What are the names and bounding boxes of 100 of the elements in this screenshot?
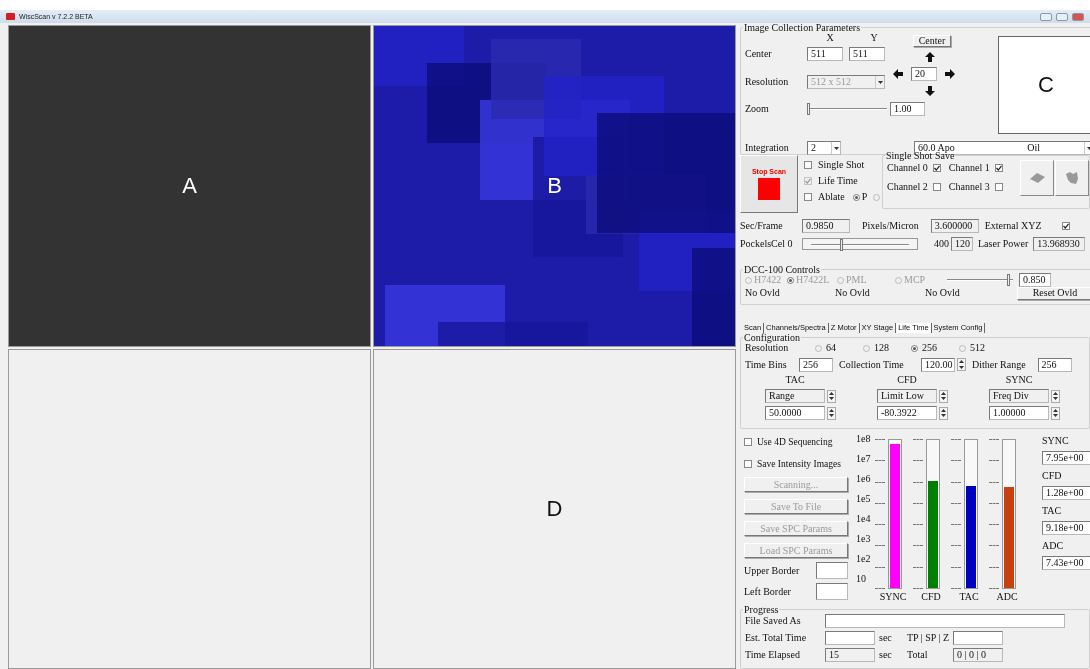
option-label: P — [861, 191, 868, 203]
rate-field[interactable]: 7.43e+00 — [1042, 556, 1090, 570]
input-field[interactable] — [953, 631, 1003, 645]
checkbox[interactable] — [744, 460, 752, 468]
spin-button[interactable] — [1051, 389, 1060, 403]
rate-field[interactable]: 9.18e+00 — [1042, 521, 1090, 535]
field-label: TP | SP | Z — [907, 632, 951, 644]
checkbox[interactable] — [932, 164, 941, 172]
meter-label: TAC — [958, 591, 980, 603]
detector-label: PML — [846, 274, 867, 286]
down-caret-icon — [829, 414, 834, 418]
detector-label: H7422 — [754, 274, 782, 286]
scale-label: 10 — [856, 573, 867, 585]
parameter-dropdown[interactable]: Freq Div — [989, 389, 1049, 403]
input-field[interactable]: 3.600000 — [930, 218, 979, 233]
section-title: DCC-100 Controls — [743, 265, 821, 274]
input-field[interactable]: 120 — [951, 236, 973, 251]
down-caret-icon — [941, 397, 946, 401]
input-field[interactable]: 13.968930 — [1033, 236, 1086, 251]
field-label: Resolution — [745, 342, 789, 354]
input-field[interactable]: 0.9850 — [802, 218, 850, 233]
meter-label: ADC — [995, 591, 1019, 603]
caret-icon — [1086, 146, 1090, 150]
detector-label: H7422L — [796, 274, 830, 286]
radio-button[interactable] — [911, 344, 918, 352]
checkbox[interactable] — [804, 193, 812, 201]
input-field[interactable]: 256 — [799, 357, 833, 372]
center-button[interactable]: Center — [913, 35, 951, 47]
checkbox[interactable] — [1061, 221, 1070, 230]
field-label: Pixels/Micron — [862, 219, 919, 232]
scale-label: 1e2 — [856, 553, 872, 565]
input-field[interactable] — [816, 583, 848, 600]
field-label: Dither Range — [972, 358, 1026, 371]
unit-label: sec — [879, 632, 893, 644]
input-field[interactable] — [825, 614, 1065, 628]
group-title: TAC — [784, 374, 806, 386]
scale-label: 1e6 — [856, 473, 872, 485]
gain-field[interactable]: 0.850 — [1019, 273, 1051, 287]
field-label: File Saved As — [745, 615, 802, 627]
parameter-dropdown[interactable]: Limit Low — [877, 389, 937, 403]
spin-button[interactable] — [939, 406, 948, 420]
meter-label: SYNC — [878, 591, 908, 603]
input-field[interactable]: 15 — [825, 648, 875, 662]
scale-label: 1e4 — [856, 513, 872, 525]
reset-button[interactable]: Reset Ovld — [1017, 286, 1090, 300]
field-label: PockelsCel 0 — [740, 237, 794, 250]
field-label: Sec/Frame — [740, 219, 784, 232]
meter-label: CFD — [920, 591, 942, 603]
field-label: Center — [745, 48, 773, 60]
slider[interactable] — [802, 237, 918, 250]
spin-button[interactable] — [957, 358, 966, 371]
field-label: Collection Time — [839, 358, 905, 371]
overload-status: No Ovld — [745, 287, 781, 299]
checkbox[interactable] — [994, 183, 1003, 191]
zoom-field[interactable]: 1.00 — [890, 102, 925, 116]
save-shape-button[interactable] — [1020, 160, 1054, 196]
checkbox[interactable] — [932, 183, 941, 191]
input-field[interactable]: 256 — [1037, 357, 1072, 372]
up-caret-icon — [1053, 408, 1058, 412]
rate-field[interactable]: 7.95e+00 — [1042, 451, 1090, 465]
caret-icon — [833, 146, 839, 150]
input-field[interactable]: 50.0000 — [765, 406, 825, 420]
spin-button[interactable] — [939, 389, 948, 403]
step-field[interactable]: 20 — [911, 67, 937, 81]
checkbox[interactable] — [994, 164, 1003, 172]
detector-label: MCP — [904, 274, 926, 286]
close-button[interactable] — [1072, 12, 1084, 21]
arrow-icon[interactable] — [893, 69, 903, 79]
save-region-button[interactable] — [1055, 160, 1089, 196]
checkbox[interactable] — [804, 161, 812, 169]
input-field[interactable]: 0 | 0 | 0 — [953, 648, 1003, 662]
input-field[interactable]: -80.3922 — [877, 406, 937, 420]
field-label: Resolution — [745, 76, 790, 88]
field-label: Time Elapsed — [745, 649, 801, 661]
input-field[interactable]: 120.00 — [921, 357, 955, 372]
slider[interactable] — [807, 103, 887, 115]
option-label: Use 4D Sequencing — [757, 436, 833, 448]
rate-field[interactable]: 1.28e+00 — [1042, 486, 1090, 500]
down-caret-icon — [941, 414, 946, 418]
input-field[interactable]: 511 — [807, 47, 843, 61]
integration-dropdown[interactable]: 2 — [807, 141, 841, 155]
spin-button[interactable] — [1051, 406, 1060, 420]
input-field[interactable]: 511 — [849, 47, 885, 61]
checkbox[interactable] — [744, 438, 752, 446]
radio-button[interactable] — [852, 193, 860, 201]
input-field[interactable] — [816, 562, 848, 579]
input-field[interactable]: 1.00000 — [989, 406, 1049, 420]
input-field[interactable] — [825, 631, 875, 645]
parameter-dropdown[interactable]: Range — [765, 389, 825, 403]
maximize-button[interactable] — [1056, 12, 1068, 21]
field-label: Total — [907, 649, 929, 661]
slider[interactable] — [947, 274, 1013, 286]
option-label: Save Intensity Images — [757, 458, 841, 470]
radio-button[interactable] — [787, 276, 794, 284]
minimize-button[interactable] — [1040, 12, 1052, 21]
spin-button[interactable] — [827, 389, 836, 403]
option-label: 64 — [826, 342, 836, 354]
spin-button[interactable] — [827, 406, 836, 420]
option-label: Life Time — [818, 175, 858, 187]
group-title: SYNC — [1004, 374, 1034, 386]
